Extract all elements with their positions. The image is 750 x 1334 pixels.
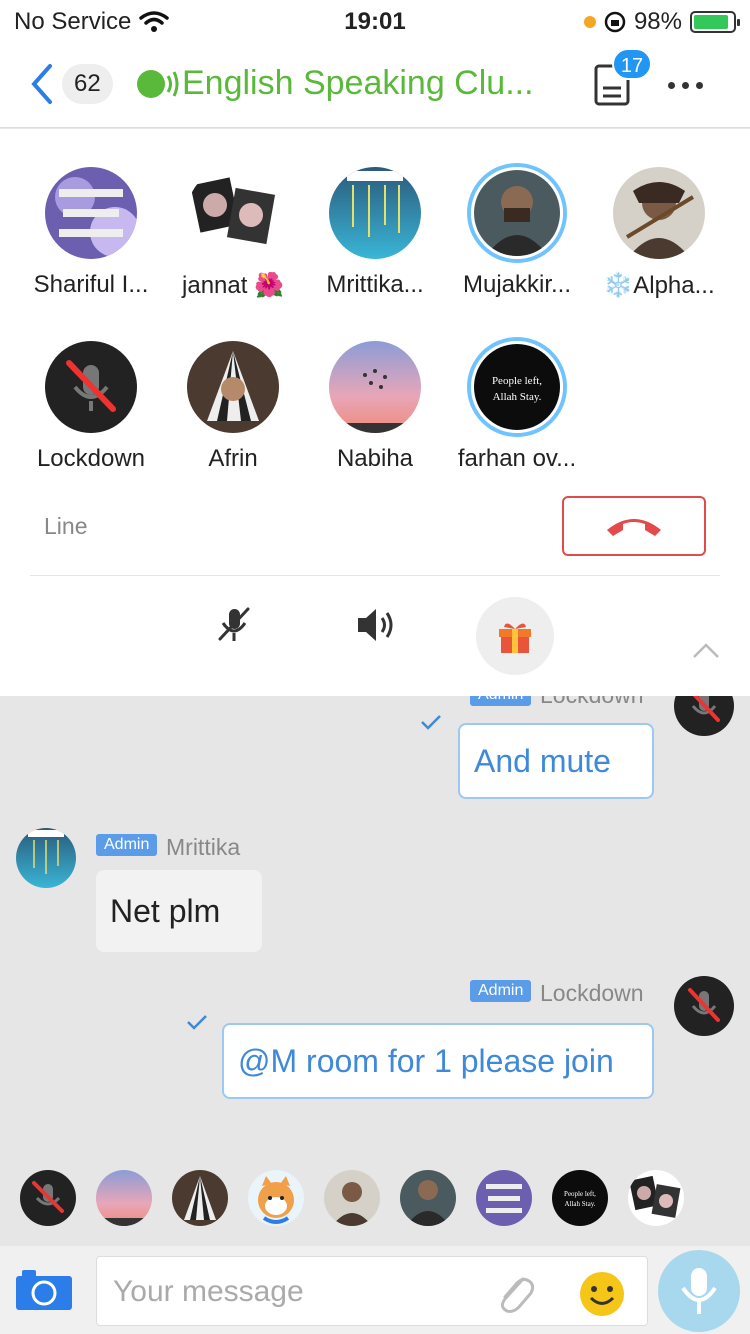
avatar-speaking: People left, Allah Stay. [471,341,563,433]
svg-text:People left,: People left, [564,1190,596,1198]
avatar-speaking [471,167,563,259]
unread-count-badge[interactable]: 62 [62,64,113,104]
line-label: Line [44,513,88,539]
gift-button[interactable] [476,597,554,675]
message-bubble[interactable]: And mute [458,723,654,799]
emoji-icon[interactable] [579,1271,625,1317]
battery-icon [690,11,740,33]
svg-text:Allah Stay.: Allah Stay. [564,1200,595,1208]
message-field[interactable] [96,1256,648,1326]
member-name: Nabiha [336,445,414,472]
admin-tag: Admin [470,980,532,1002]
svg-text:People left,: People left, [492,375,542,387]
member-nabiha[interactable]: Nabiha [300,341,450,473]
avatar[interactable] [476,1170,532,1226]
gift-icon [499,623,531,653]
sender-name: Lockdown [540,696,644,709]
member-name: Lockdown [36,445,146,472]
live-voice-icon [137,70,179,98]
member-afrin[interactable]: Afrin [158,341,308,473]
member-farhan[interactable]: People left, Allah Stay. farhan ov... [442,341,592,473]
avatar[interactable] [628,1170,684,1226]
avatar [187,341,279,433]
voice-room-panel: Shariful I... jannat 🌺 Mrittika... Mujak… [0,129,750,696]
member-name: farhan ov... [457,445,577,472]
notes-count-badge: 17 [612,48,652,80]
avatar[interactable] [16,828,76,888]
camera-icon[interactable] [16,1270,72,1310]
member-jannat[interactable]: jannat 🌺 [158,167,308,300]
muted-mic-avatar [45,341,137,433]
member-name: Mujakkir... [462,271,572,298]
member-name: ❄️Alpha... [603,272,715,299]
avatar[interactable] [324,1170,380,1226]
attachment-icon[interactable] [493,1269,537,1315]
member-name: jannat 🌺 [182,272,284,299]
check-icon [421,715,441,730]
member-lockdown[interactable]: Lockdown [16,341,166,473]
member-shariful[interactable]: Shariful I... [16,167,166,299]
member-name: Afrin [208,445,258,472]
dog-avatar[interactable] [248,1170,304,1226]
speaker-icon[interactable] [356,605,398,645]
member-alpha[interactable]: ❄️Alpha... [584,167,734,300]
member-name: Shariful I... [33,271,149,298]
message-bubble[interactable]: Net plm [96,870,262,952]
muted-mic-avatar[interactable] [674,696,734,736]
hang-up-button[interactable] [562,496,706,556]
check-icon [187,1015,207,1030]
chat-title[interactable]: English Speaking Clu... [182,64,562,103]
rotation-lock-icon [604,11,626,33]
mute-mic-icon[interactable] [214,605,254,645]
online-members-strip: People left, Allah Stay. [0,1166,750,1230]
mic-in-use-indicator [583,16,596,28]
avatar[interactable] [400,1170,456,1226]
avatar [187,167,279,259]
battery-percent: 98% [633,8,682,35]
status-bar: No Service 19:01 98% [0,0,750,42]
back-chevron-icon[interactable] [28,62,56,106]
avatar [613,167,705,259]
chevron-up-icon[interactable] [692,641,720,659]
admin-tag: Admin [470,696,532,706]
divider [30,575,720,576]
admin-tag: Admin [96,834,158,856]
member-name: Mrittika... [326,271,424,298]
avatar [329,167,421,259]
muted-mic-avatar[interactable] [674,976,734,1036]
member-mrittika[interactable]: Mrittika... [300,167,450,299]
voice-record-button[interactable] [658,1250,740,1332]
avatar [45,167,137,259]
message-input[interactable] [113,1275,473,1309]
svg-text:Allah Stay.: Allah Stay. [493,391,542,403]
avatar[interactable] [172,1170,228,1226]
hang-up-phone-icon [607,519,661,536]
mic-icon [681,1268,717,1314]
more-options-icon[interactable] [668,82,703,89]
sender-name: Mrittika [166,834,241,860]
member-mujakkir[interactable]: Mujakkir... [442,167,592,299]
message-input-bar [0,1246,750,1334]
muted-mic-avatar[interactable] [20,1170,76,1226]
status-right: 98% [583,8,740,36]
avatar[interactable] [96,1170,152,1226]
chat-messages[interactable]: Admin Lockdown And mute Admin Mrittika N… [0,696,750,1146]
sender-name: Lockdown [540,980,644,1006]
message-bubble[interactable]: @M room for 1 please join [222,1023,654,1099]
avatar [329,341,421,433]
chat-header: 62 English Speaking Clu... 17 [0,42,750,128]
avatar[interactable]: People left, Allah Stay. [552,1170,608,1226]
